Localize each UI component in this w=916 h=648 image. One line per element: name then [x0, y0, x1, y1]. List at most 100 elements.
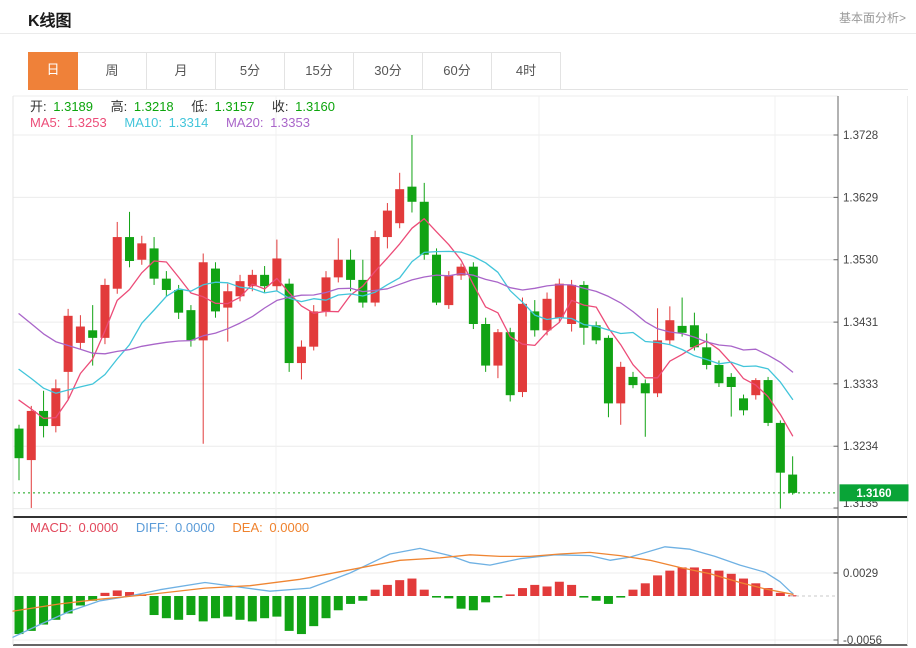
- macd-bar: [432, 596, 441, 598]
- diff-label: DIFF:: [136, 520, 169, 535]
- open-value: 1.3189: [53, 99, 93, 114]
- macd-bar: [285, 596, 294, 631]
- candle-body: [714, 365, 723, 383]
- macd-bar: [211, 596, 220, 618]
- diff-value: 0.0000: [175, 520, 215, 535]
- candle-body: [100, 285, 109, 338]
- macd-bar: [199, 596, 208, 621]
- macd-label: MACD:: [30, 520, 72, 535]
- macd-bar: [113, 590, 122, 596]
- macd-bar: [395, 580, 404, 596]
- candle-body: [702, 347, 711, 365]
- macd-bar: [420, 590, 429, 596]
- candle-body: [113, 237, 122, 289]
- macd-bar: [322, 596, 331, 618]
- macd-bar: [334, 596, 343, 610]
- candle-body: [629, 377, 638, 385]
- candle-body: [420, 202, 429, 255]
- macd-axis-label: 0.0029: [843, 568, 878, 580]
- macd-bar: [641, 583, 650, 596]
- macd-bar: [88, 596, 97, 601]
- macd-bar: [714, 571, 723, 596]
- ma20-label: MA20:: [226, 115, 264, 130]
- candle-body: [76, 327, 85, 343]
- macd-bar: [653, 575, 662, 596]
- candle-body: [592, 325, 601, 340]
- macd-bar: [223, 596, 232, 617]
- ma5-label: MA5:: [30, 115, 60, 130]
- fundamental-analysis-link[interactable]: 基本面分析>: [839, 9, 906, 26]
- macd-bar: [592, 596, 601, 601]
- candle-body: [322, 277, 331, 311]
- macd-bar: [186, 596, 195, 615]
- y-axis-label: 1.3135: [843, 498, 878, 510]
- candle-body: [297, 347, 306, 363]
- candle-body: [653, 340, 662, 393]
- period-tab-4[interactable]: 15分: [285, 52, 354, 89]
- macd-bar: [100, 593, 109, 596]
- macd-bar: [358, 596, 367, 601]
- kline-module: K线图 基本面分析> 日周月5分15分30分60分4时 开: 1.3189 高:…: [0, 0, 916, 648]
- candle-body: [530, 311, 539, 330]
- macd-bar: [137, 594, 146, 596]
- macd-bar: [469, 596, 478, 610]
- close-value: 1.3160: [295, 99, 335, 114]
- period-tab-5[interactable]: 30分: [354, 52, 423, 89]
- period-tab-1[interactable]: 周: [78, 52, 147, 89]
- period-tab-3[interactable]: 5分: [216, 52, 285, 89]
- macd-bar: [506, 594, 515, 596]
- macd-bar: [493, 596, 502, 598]
- macd-bar: [457, 596, 466, 609]
- high-value: 1.3218: [134, 99, 174, 114]
- candle-body: [371, 237, 380, 303]
- candle-body: [616, 367, 625, 404]
- candle-body: [309, 311, 318, 346]
- candle-body: [260, 275, 269, 286]
- candle-body: [764, 380, 773, 423]
- candle-body: [543, 299, 552, 331]
- candle-body: [211, 269, 220, 312]
- macd-bar: [629, 590, 638, 596]
- macd-bar: [764, 588, 773, 596]
- period-tab-6[interactable]: 60分: [423, 52, 492, 89]
- candle-body: [518, 304, 527, 392]
- macd-bar: [76, 596, 85, 606]
- diff-line: [13, 547, 793, 637]
- y-axis-label: 1.3728: [843, 130, 878, 142]
- current-price-badge: [840, 484, 909, 501]
- candle-body: [690, 325, 699, 347]
- macd-bar: [579, 596, 588, 598]
- period-tab-0[interactable]: 日: [28, 52, 78, 90]
- candle-body: [186, 310, 195, 340]
- candle-body: [641, 383, 650, 393]
- candle-body: [174, 290, 183, 313]
- candle-body: [604, 338, 613, 404]
- period-tab-7[interactable]: 4时: [492, 52, 561, 89]
- ma10-value: 1.3314: [169, 115, 209, 130]
- y-axis-label: 1.3629: [843, 192, 878, 204]
- candle-body: [223, 291, 232, 307]
- candle-body: [334, 260, 343, 278]
- y-axis-label: 1.3333: [843, 379, 878, 391]
- ma5-line: [19, 219, 793, 436]
- candle-body: [751, 380, 760, 395]
- macd-bar: [383, 585, 392, 596]
- high-label: 高:: [111, 99, 128, 114]
- candle-body: [346, 260, 355, 280]
- candle-body: [407, 187, 416, 202]
- candle-body: [788, 475, 797, 493]
- candle-body: [493, 332, 502, 365]
- candle-body: [199, 262, 208, 340]
- candle-body: [506, 332, 515, 395]
- macd-bar: [236, 596, 245, 620]
- candle-body: [15, 429, 24, 459]
- period-tab-2[interactable]: 月: [147, 52, 216, 89]
- ma20-line: [19, 274, 793, 373]
- macd-axis-label: -0.0056: [843, 635, 882, 647]
- y-axis-label: 1.3234: [843, 441, 879, 453]
- macd-bar: [739, 579, 748, 596]
- candle-body: [665, 320, 674, 340]
- macd-bar: [346, 596, 355, 604]
- candle-body: [395, 189, 404, 223]
- y-axis-label: 1.3431: [843, 317, 878, 329]
